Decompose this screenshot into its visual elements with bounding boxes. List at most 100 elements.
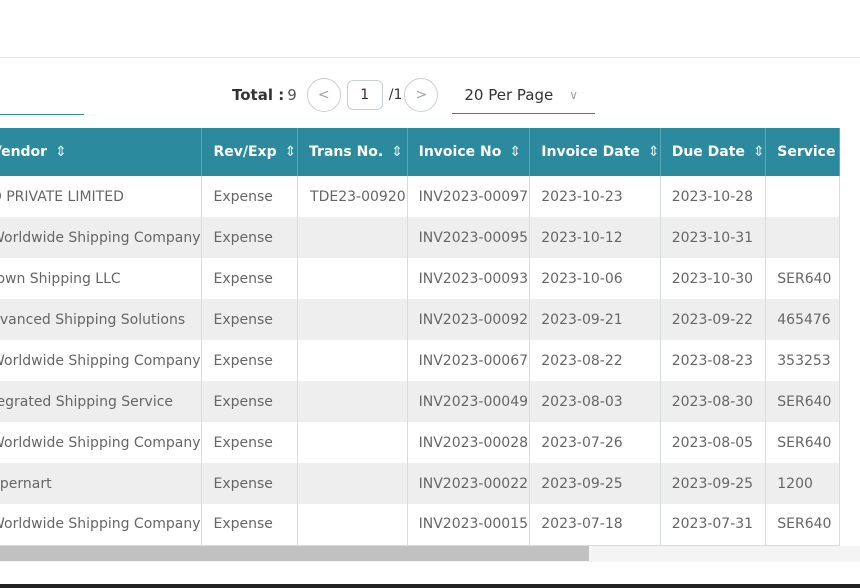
col-header-label: Due Date xyxy=(671,144,745,160)
trans-no-cell xyxy=(297,381,408,422)
col-header-invoice-no[interactable]: Invoice No ⇕ xyxy=(407,128,531,176)
table-header-row: Vendor⇕ Rev/Exp⇕ Trans No.⇕ Invoice No⇕ … xyxy=(0,128,840,176)
col-header-trans-no[interactable]: Trans No. ⇕ xyxy=(297,128,408,176)
invoice-no-link[interactable]: INV2023-00067 xyxy=(407,340,531,381)
sort-icon[interactable]: ⇕ xyxy=(648,144,659,160)
due-date-cell: 2023-07-31 xyxy=(660,504,767,546)
pagination-bar: Total : 9 < 1 /1 > 20 Per Page ∨ xyxy=(232,76,596,114)
trans-no-cell xyxy=(297,504,408,546)
rev-exp-cell: Expense xyxy=(201,463,299,504)
sort-icon[interactable]: ⇕ xyxy=(55,144,67,160)
table-row[interactable]: dvanced Shipping Solutions Expense INV2023… xyxy=(0,299,840,340)
current-page-input[interactable]: 1 xyxy=(346,80,383,110)
vendor-cell[interactable]: D PRIVATE LIMITED xyxy=(0,176,203,217)
vendor-cell[interactable]: Worldwide Shipping Company xyxy=(0,504,203,546)
rev-exp-cell: Expense xyxy=(201,258,299,299)
col-header-service[interactable]: Service xyxy=(765,128,840,176)
due-date-cell: 2023-09-25 xyxy=(660,463,767,504)
trans-no-cell xyxy=(297,463,408,504)
search-input[interactable] xyxy=(0,114,84,115)
total-label: Total : xyxy=(232,86,285,104)
invoice-no-link[interactable]: INV2023-00049 xyxy=(407,381,531,422)
chevron-right-icon: > xyxy=(415,87,428,103)
invoice-date-cell: 2023-10-23 xyxy=(529,176,661,217)
service-cell xyxy=(765,217,840,258)
sort-icon[interactable]: ⇕ xyxy=(509,144,521,160)
table-row[interactable]: upernartExpenseINV2023-000222023-09-2520… xyxy=(0,463,840,504)
vendor-cell[interactable]: upernart xyxy=(0,463,203,504)
col-header-label: Rev/Exp xyxy=(213,144,277,160)
service-cell: SER640 xyxy=(765,504,840,546)
invoice-no-link[interactable]: INV2023-00092 xyxy=(407,299,531,340)
bottom-border xyxy=(0,584,860,588)
next-page-button[interactable]: > xyxy=(404,78,439,112)
rev-exp-cell: Expense xyxy=(201,340,299,381)
service-cell: SER640 xyxy=(765,258,840,299)
service-cell: 1200 xyxy=(765,463,840,504)
trans-no-cell xyxy=(297,217,408,258)
invoice-date-cell: 2023-09-25 xyxy=(529,463,661,504)
invoice-no-link[interactable]: INV2023-00028 xyxy=(407,422,531,463)
per-page-value: 20 Per Page xyxy=(464,85,554,104)
col-header-label: Service xyxy=(777,144,836,160)
vendor-cell[interactable]: Worldwide Shipping Company xyxy=(0,217,203,258)
due-date-cell: 2023-09-22 xyxy=(660,299,767,340)
due-date-cell: 2023-08-05 xyxy=(660,422,767,463)
prev-page-button[interactable]: < xyxy=(306,78,341,112)
table-row[interactable]: Worldwide Shipping Company Expense INV2023… xyxy=(0,340,840,381)
col-header-vendor[interactable]: Vendor ⇕ xyxy=(0,128,203,176)
due-date-cell: 2023-10-31 xyxy=(660,217,767,258)
service-cell: SER640 xyxy=(765,422,840,463)
vendor-cell[interactable]: Worldwide Shipping Company xyxy=(0,340,203,381)
sort-icon[interactable]: ⇕ xyxy=(391,144,403,160)
invoice-no-link[interactable]: INV2023-00093 xyxy=(407,258,531,299)
due-date-cell: 2023-08-23 xyxy=(660,340,767,381)
invoice-table: Vendor⇕ Rev/Exp⇕ Trans No.⇕ Invoice No⇕ … xyxy=(0,128,840,546)
vendor-cell[interactable]: Worldwide Shipping Company xyxy=(0,422,203,463)
due-date-cell: 2023-10-28 xyxy=(660,176,767,217)
page-count: /1 xyxy=(388,87,403,103)
total-count: 9 xyxy=(287,86,297,104)
vendor-cell[interactable]: rown Shipping LLC xyxy=(0,258,203,299)
rev-exp-cell: Expense xyxy=(201,504,299,546)
table-row[interactable]: rown Shipping LLC Expense INV2023-00093 202… xyxy=(0,258,840,299)
rev-exp-cell: Expense xyxy=(201,176,299,217)
trans-no-cell xyxy=(297,422,408,463)
invoice-no-link[interactable]: INV2023-00097 xyxy=(407,176,531,217)
col-header-label: Vendor xyxy=(0,144,48,160)
rev-exp-cell: Expense xyxy=(201,422,299,463)
per-page-select[interactable]: 20 Per Page ∨ xyxy=(452,76,596,114)
table-row[interactable]: tegrated Shipping Service Expense INV2023-… xyxy=(0,381,840,422)
invoice-date-cell: 2023-08-22 xyxy=(529,340,661,381)
service-cell xyxy=(765,176,840,217)
chevron-down-icon: ∨ xyxy=(569,87,579,102)
rev-exp-cell: Expense xyxy=(201,299,299,340)
trans-no-cell: TDE23-00920 xyxy=(297,176,408,217)
col-header-label: Trans No. xyxy=(309,144,384,160)
invoice-no-link[interactable]: INV2023-00015 xyxy=(407,504,531,546)
table-row[interactable]: Worldwide Shipping Company Expense INV2023… xyxy=(0,504,840,546)
sort-icon[interactable]: ⇕ xyxy=(753,144,765,160)
rev-exp-cell: Expense xyxy=(201,381,299,422)
col-header-invoice-date[interactable]: Invoice Date ⇕ xyxy=(529,128,661,176)
col-header-rev-exp[interactable]: Rev/Exp ⇕ xyxy=(201,128,299,176)
due-date-cell: 2023-10-30 xyxy=(660,258,767,299)
vendor-cell[interactable]: dvanced Shipping Solutions xyxy=(0,299,203,340)
rev-exp-cell: Expense xyxy=(201,217,299,258)
trans-no-cell xyxy=(297,299,408,340)
service-cell: 465476 xyxy=(765,299,840,340)
col-header-due-date[interactable]: Due Date ⇕ xyxy=(660,128,767,176)
invoice-list-page: Total : 9 < 1 /1 > 20 Per Page ∨ Vendor ⇕… xyxy=(0,0,860,588)
invoice-no-link[interactable]: INV2023-00095 xyxy=(407,217,531,258)
invoice-date-cell: 2023-07-26 xyxy=(529,422,661,463)
horizontal-scrollbar-thumb[interactable] xyxy=(0,546,589,561)
invoice-no-link[interactable]: INV2023-00022 xyxy=(407,463,531,504)
table-row[interactable]: Worldwide Shipping Company Expense INV2023… xyxy=(0,422,840,463)
vendor-cell[interactable]: tegrated Shipping Service xyxy=(0,381,203,422)
service-cell: 353253 xyxy=(765,340,840,381)
trans-no-cell xyxy=(297,340,408,381)
invoice-date-cell: 2023-10-06 xyxy=(529,258,661,299)
table-row[interactable]: Worldwide Shipping Company Expense INV2023… xyxy=(0,217,840,258)
sort-icon[interactable]: ⇕ xyxy=(285,144,297,160)
table-row[interactable]: D PRIVATE LIMITED Expense TDE23-00920 INV20… xyxy=(0,176,840,217)
